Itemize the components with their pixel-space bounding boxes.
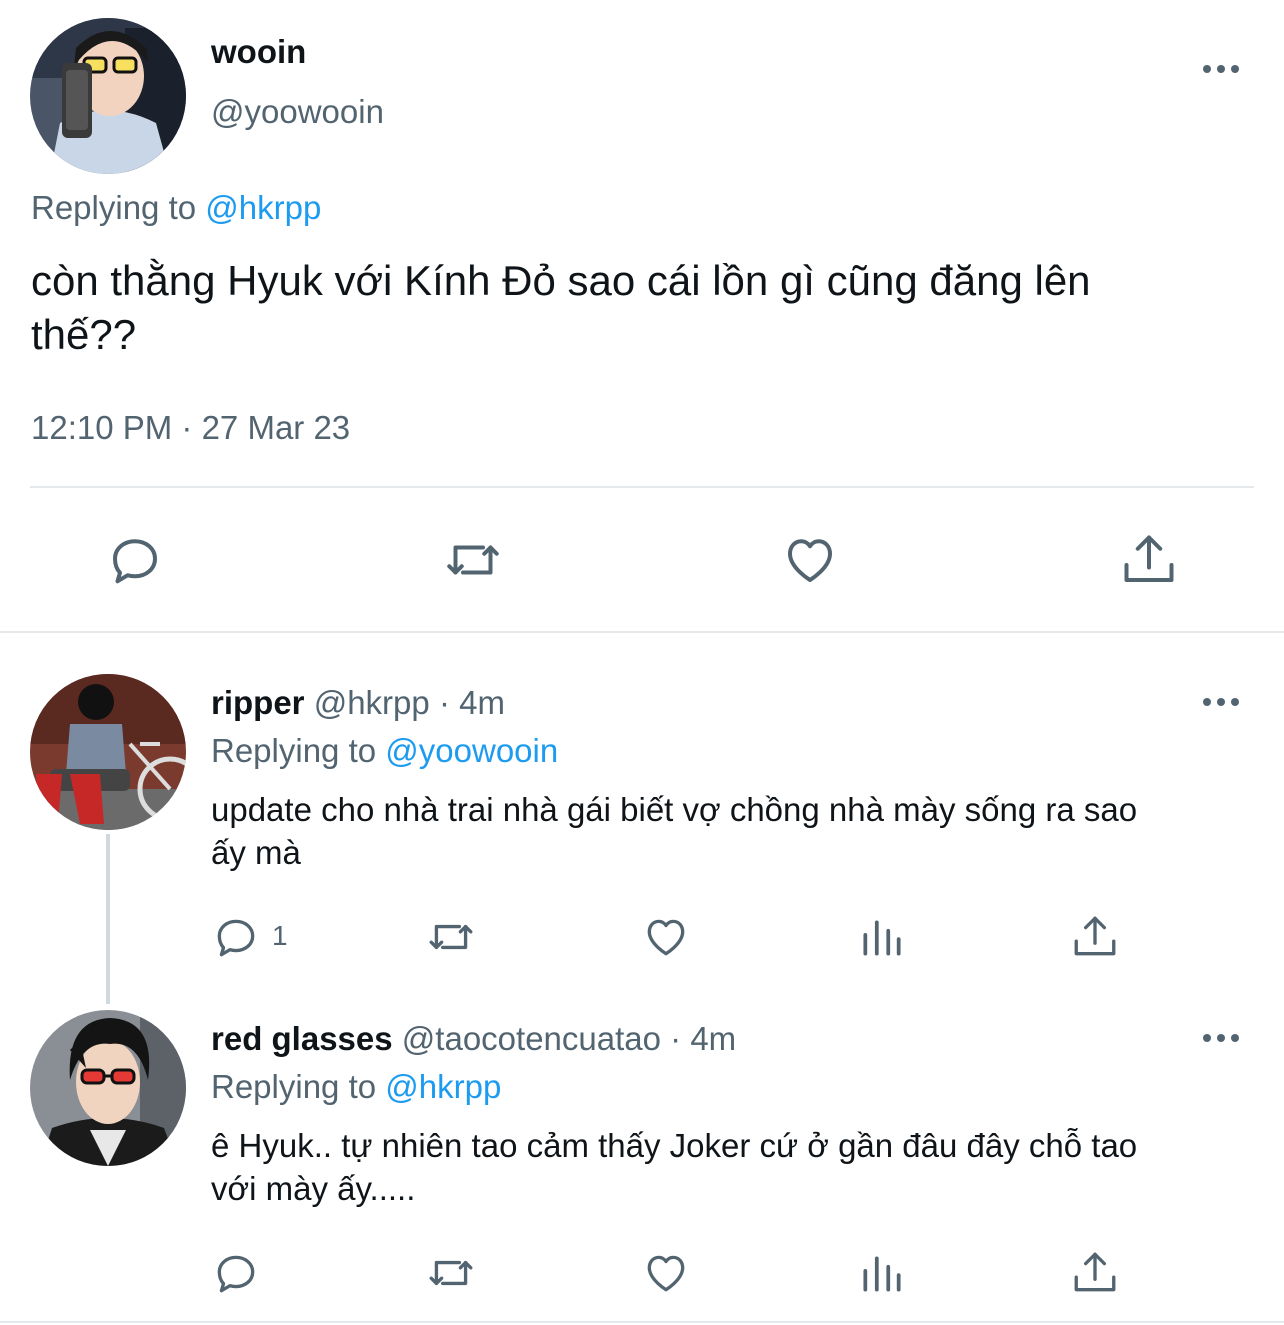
reply-header: red glasses @taocotencuatao · 4m	[211, 1019, 736, 1059]
avatar-ripper[interactable]	[30, 674, 186, 830]
separator: ·	[438, 684, 450, 721]
avatar-red-glasses[interactable]	[30, 1010, 186, 1166]
more-icon[interactable]	[1201, 1031, 1241, 1045]
replying-to: Replying to @hkrpp	[211, 1067, 501, 1107]
reply-count: 1	[272, 920, 288, 951]
reply-time[interactable]: 4m	[459, 684, 505, 721]
replying-to: Replying to @yoowooin	[211, 731, 558, 771]
share-icon[interactable]	[1070, 1248, 1120, 1298]
share-icon[interactable]	[1070, 912, 1120, 962]
reply-header: ripper @hkrpp · 4m	[211, 683, 505, 723]
reply-time[interactable]: 4m	[690, 1020, 736, 1057]
handle[interactable]: @yoowooin	[211, 92, 384, 132]
views-icon[interactable]	[857, 1248, 907, 1298]
replying-to-handle[interactable]: @yoowooin	[385, 732, 558, 769]
tweet-text-line-1: còn thằng Hyuk với Kính Đỏ sao cái lồn g…	[31, 257, 1091, 304]
replying-to-label: Replying to	[211, 732, 377, 769]
replying-to: Replying to @hkrpp	[31, 188, 321, 228]
more-icon[interactable]	[1201, 62, 1241, 76]
reply-icon[interactable]	[211, 912, 261, 962]
replying-to-handle[interactable]: @hkrpp	[205, 189, 321, 226]
reply-icon[interactable]	[105, 530, 165, 590]
reply-text-line-2: ấy mà	[211, 834, 301, 871]
replying-to-label: Replying to	[31, 189, 197, 226]
retweet-icon[interactable]	[424, 912, 478, 962]
avatar-wooin[interactable]	[30, 18, 186, 174]
heart-icon[interactable]	[780, 530, 840, 590]
reply-text-line-1: update cho nhà trai nhà gái biết vợ chồn…	[211, 791, 1138, 828]
handle[interactable]: @taocotencuatao	[402, 1020, 661, 1057]
display-name[interactable]: ripper	[211, 684, 305, 721]
retweet-icon[interactable]	[424, 1248, 478, 1298]
replying-to-handle[interactable]: @hkrpp	[385, 1068, 501, 1105]
section-divider	[0, 631, 1284, 633]
reply-icon[interactable]	[211, 1248, 261, 1298]
tweet-text-line-2: thế??	[31, 311, 137, 358]
display-name[interactable]: red glasses	[211, 1020, 393, 1057]
separator: ·	[670, 1020, 682, 1057]
heart-icon[interactable]	[641, 912, 691, 962]
share-icon[interactable]	[1119, 530, 1179, 590]
handle[interactable]: @hkrpp	[314, 684, 430, 721]
thread-line	[106, 834, 110, 1004]
bottom-divider	[0, 1321, 1284, 1323]
tweet-timestamp[interactable]: 12:10 PM · 27 Mar 23	[31, 408, 350, 448]
display-name[interactable]: wooin	[211, 32, 306, 72]
replying-to-label: Replying to	[211, 1068, 377, 1105]
retweet-icon[interactable]	[441, 530, 505, 590]
heart-icon[interactable]	[641, 1248, 691, 1298]
reply-text-line-1: ê Hyuk.. tự nhiên tao cảm thấy Joker cứ …	[211, 1127, 1138, 1164]
more-icon[interactable]	[1201, 695, 1241, 709]
reply-text-line-2: với mày ấy.....	[211, 1170, 416, 1207]
views-icon[interactable]	[857, 912, 907, 962]
divider	[30, 486, 1254, 488]
